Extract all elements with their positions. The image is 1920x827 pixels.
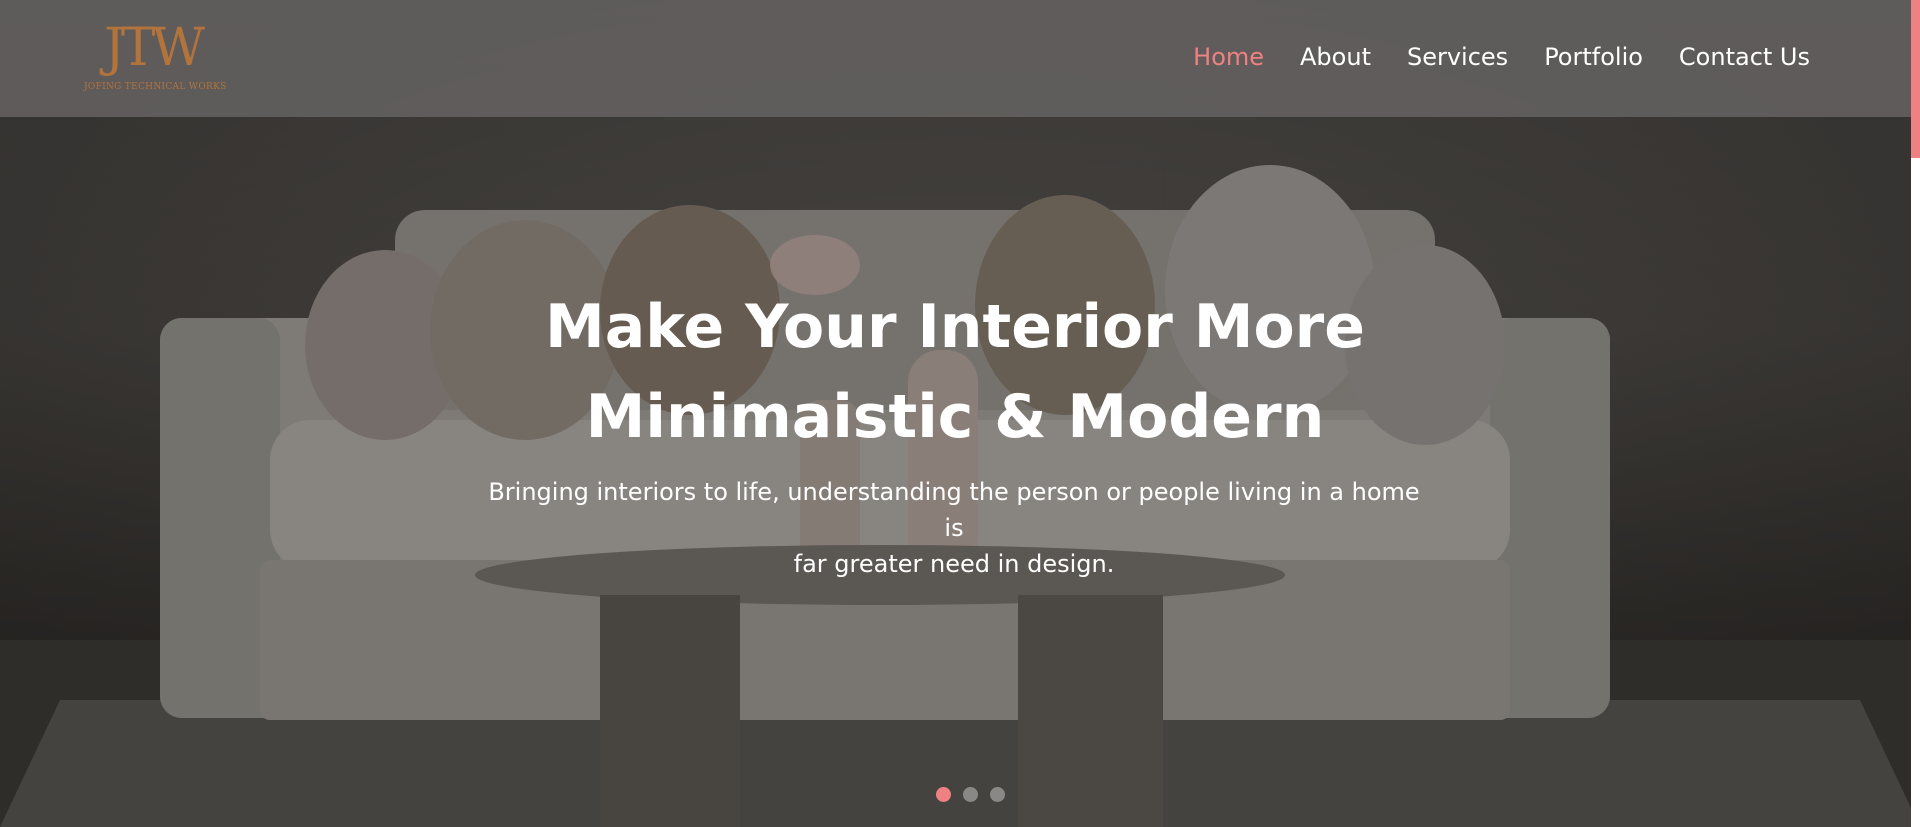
hero-section: Make Your Interior More Minimaistic & Mod… bbox=[0, 0, 1920, 827]
hero-title: Make Your Interior More Minimaistic & Mod… bbox=[0, 282, 1910, 462]
hero-title-line-1: Make Your Interior More bbox=[545, 292, 1365, 362]
logo-text: JOFING TECHNICAL WORKS bbox=[84, 82, 227, 92]
slider-pagination bbox=[936, 787, 1005, 802]
slider-dot-2[interactable] bbox=[963, 787, 978, 802]
hero-title-line-2: Minimaistic & Modern bbox=[585, 382, 1325, 452]
nav-item-home[interactable]: Home bbox=[1193, 40, 1264, 74]
site-header: JTW JOFING TECHNICAL WORKS Home About Se… bbox=[0, 0, 1920, 117]
scrollbar-thumb[interactable] bbox=[1911, 0, 1920, 158]
page-scrollbar[interactable] bbox=[1911, 0, 1920, 827]
slider-dot-1[interactable] bbox=[936, 787, 951, 802]
logo-mark: JTW bbox=[104, 18, 205, 78]
main-navigation: Home About Services Portfolio Contact Us bbox=[1193, 40, 1810, 74]
nav-item-about[interactable]: About bbox=[1300, 40, 1371, 74]
hero-subtitle: Bringing interiors to life, understandin… bbox=[478, 474, 1430, 582]
nav-item-contact-us[interactable]: Contact Us bbox=[1679, 40, 1810, 74]
nav-item-portfolio[interactable]: Portfolio bbox=[1544, 40, 1643, 74]
brand-logo[interactable]: JTW JOFING TECHNICAL WORKS bbox=[84, 18, 227, 98]
nav-item-services[interactable]: Services bbox=[1407, 40, 1508, 74]
slider-dot-3[interactable] bbox=[990, 787, 1005, 802]
hero-subtitle-line-1: Bringing interiors to life, understandin… bbox=[488, 478, 1420, 542]
hero-subtitle-line-2: far greater need in design. bbox=[793, 550, 1115, 578]
